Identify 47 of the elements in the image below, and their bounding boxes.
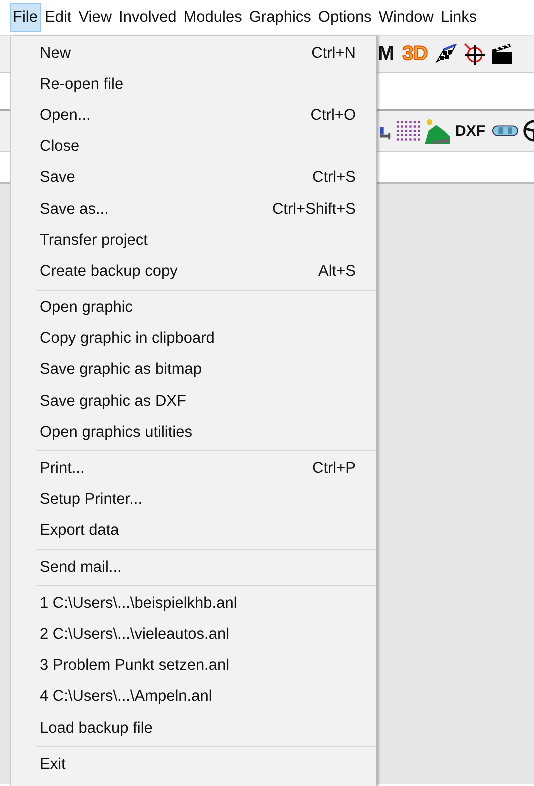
menu-item[interactable]: 4 C:\Users\...\Ampeln.anl <box>40 688 212 706</box>
menu-item[interactable]: Exit <box>40 756 66 774</box>
shortcut-label: Ctrl+Shift+S <box>272 200 356 219</box>
menu-item[interactable]: Modules <box>180 3 246 32</box>
shortcut-label: Ctrl+N <box>312 44 356 63</box>
clapperboard-icon[interactable] <box>490 42 514 66</box>
toolbar-button[interactable]: M <box>376 42 397 66</box>
menu-item[interactable]: View <box>76 3 116 32</box>
menu-item[interactable]: New <box>40 44 72 63</box>
menu-item[interactable]: Export data <box>40 522 120 540</box>
menu-item[interactable]: Copy graphic in clipboard <box>40 330 215 348</box>
menu-item[interactable]: Load backup file <box>40 720 153 738</box>
menu-item[interactable]: Links <box>438 3 480 32</box>
menu-item[interactable]: Create backup copy <box>40 262 178 281</box>
crosshair-icon[interactable] <box>462 42 486 66</box>
menu-item[interactable]: Save graphic as DXF <box>40 392 186 411</box>
dot-grid-icon[interactable] <box>396 119 421 143</box>
menu-item[interactable]: Open... <box>40 106 91 125</box>
menu-item[interactable]: Save as... <box>40 200 109 219</box>
menu-item[interactable]: Save graphic as bitmap <box>40 361 202 380</box>
flag-icon[interactable] <box>434 42 458 66</box>
landscape-icon[interactable] <box>424 117 450 145</box>
shortcut-label: Ctrl+P <box>312 460 356 478</box>
menu-item[interactable]: Close <box>40 138 80 156</box>
menu-item[interactable]: Involved <box>116 3 180 32</box>
menu-item[interactable]: Edit <box>42 3 75 32</box>
menu-item[interactable]: Open graphic <box>40 299 134 318</box>
menu-item[interactable]: 2 C:\Users\...\vieleautos.anl <box>40 626 230 644</box>
menu-item[interactable]: 3 Problem Punkt setzen.anl <box>40 657 230 676</box>
menu-item[interactable]: Setup Printer... <box>40 491 143 510</box>
shortcut-label: Alt+S <box>318 262 356 281</box>
menu-item[interactable]: 1 C:\Users\...\beispielkhb.anl <box>40 594 238 613</box>
menu-item[interactable]: Graphics <box>246 3 314 32</box>
menu-item[interactable]: Save <box>40 169 76 188</box>
toolbar-button[interactable]: DXF <box>454 122 488 140</box>
menu-item[interactable]: Open graphics utilities <box>40 424 192 442</box>
menu-item[interactable]: Print... <box>40 460 85 478</box>
steering-wheel-icon[interactable] <box>522 118 534 144</box>
menu-item[interactable]: Window <box>376 3 437 32</box>
car-icon[interactable] <box>492 123 518 139</box>
menu-item[interactable]: Send mail... <box>40 558 122 577</box>
shortcut-label: Ctrl+O <box>310 106 356 125</box>
menu-item[interactable]: Transfer project <box>40 232 148 250</box>
menu-item[interactable]: File <box>10 3 41 32</box>
menu-item[interactable]: Re-open file <box>40 76 124 94</box>
shortcut-label: Ctrl+S <box>312 169 356 188</box>
menu-item[interactable]: Options <box>315 3 375 32</box>
